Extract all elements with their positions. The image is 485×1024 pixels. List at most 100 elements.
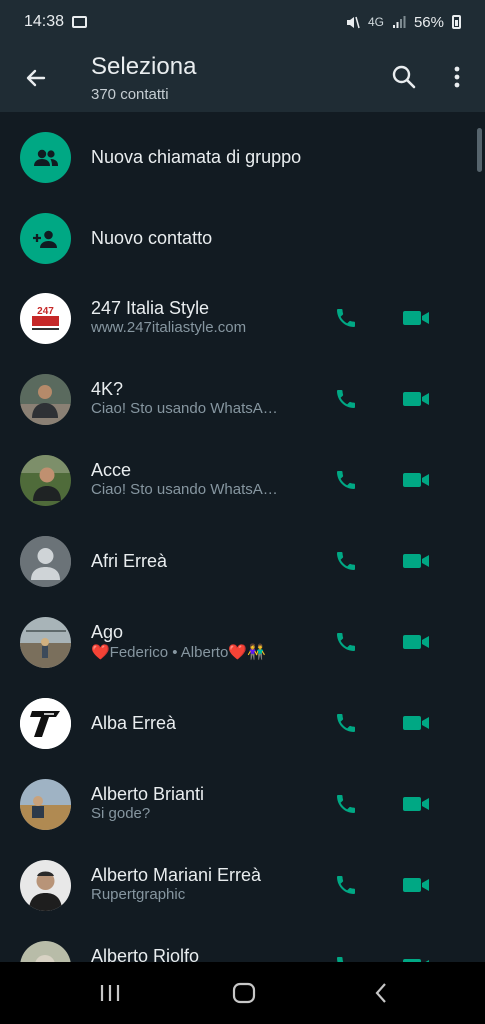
more-options-button[interactable] (444, 60, 470, 94)
phone-icon (337, 795, 355, 813)
phone-icon (337, 714, 355, 732)
battery-icon (452, 15, 461, 29)
system-nav-bar (0, 962, 485, 1024)
recent-apps-button[interactable] (95, 980, 125, 1006)
contact-name: Alberto Brianti (91, 784, 205, 804)
contact-row[interactable]: Alberto Brianti Si gode? (0, 764, 485, 844)
phone-icon (337, 633, 355, 651)
video-call-button[interactable] (400, 384, 432, 414)
contact-name: Alba Erreà (91, 713, 177, 733)
contact-count: 370 contatti (91, 86, 169, 103)
contact-name: 247 Italia Style (91, 298, 210, 318)
contact-row[interactable]: 247 247 Italia Style www.247italiastyle.… (0, 278, 485, 358)
person-photo (20, 455, 71, 506)
contact-status: Rupertgraphic (91, 886, 186, 903)
voice-call-button[interactable] (331, 708, 361, 738)
video-camera-icon (403, 716, 429, 730)
contact-status: Ciao! Sto usando WhatsA… (91, 400, 278, 417)
voice-call-button[interactable] (331, 789, 361, 819)
back-button[interactable] (18, 60, 54, 96)
contact-row[interactable]: Acce Ciao! Sto usando WhatsA… (0, 440, 485, 520)
add-contact-icon (32, 230, 57, 248)
status-icons: 4G 56% (345, 14, 461, 31)
video-camera-icon (403, 392, 429, 406)
contact-row[interactable]: 4K? Ciao! Sto usando WhatsA… (0, 359, 485, 439)
video-call-button[interactable] (400, 870, 432, 900)
new-contact-avatar (20, 213, 71, 264)
contact-avatar (20, 860, 71, 911)
contact-name: 4K? (91, 379, 124, 399)
contact-avatar (20, 779, 71, 830)
gallery-notification-icon (72, 16, 88, 28)
contact-row[interactable]: Alberto Riolfo (0, 926, 485, 962)
video-camera-icon (403, 473, 429, 487)
contact-name: Afri Erreà (91, 551, 168, 571)
video-call-button[interactable] (400, 627, 432, 657)
contact-row[interactable]: Alba Erreà (0, 683, 485, 763)
video-camera-icon (403, 311, 429, 325)
contact-status: www.247italiastyle.com (91, 319, 247, 336)
contact-avatar (20, 617, 71, 668)
contact-avatar: 247 (20, 293, 71, 344)
recent-apps-icon (100, 985, 120, 1001)
phone-icon (337, 957, 344, 962)
page-title: Seleziona (91, 53, 197, 80)
phone-icon (337, 309, 355, 327)
video-camera-icon (403, 635, 429, 649)
search-button[interactable] (387, 60, 421, 94)
video-camera-icon (403, 554, 429, 568)
chevron-left-icon (375, 983, 386, 1003)
voice-call-button[interactable] (331, 870, 361, 900)
video-camera-icon (403, 797, 429, 811)
group-call-avatar (20, 132, 71, 183)
contact-name: Ago (91, 622, 124, 642)
video-call-button[interactable] (400, 465, 432, 495)
person-photo (20, 617, 71, 668)
contact-name: Alberto Mariani Erreà (91, 865, 262, 885)
contact-name: Alberto Riolfo (91, 946, 200, 962)
voice-call-button[interactable] (331, 951, 361, 962)
phone-icon (337, 552, 355, 570)
new-group-call-row[interactable]: Nuova chiamata di gruppo (0, 117, 485, 197)
contact-row[interactable]: Alberto Mariani Erreà Rupertgraphic (0, 845, 485, 925)
brand-logo-avatar (20, 698, 71, 749)
row-label: Nuovo contatto (91, 228, 213, 248)
search-icon (392, 65, 416, 89)
contact-avatar (20, 374, 71, 425)
voice-call-button[interactable] (331, 546, 361, 576)
contact-list[interactable]: Nuova chiamata di gruppo Nuovo contatto … (0, 112, 485, 962)
contact-row[interactable]: Ago ❤️Federico • Alberto❤️👫 (0, 602, 485, 682)
more-vert-icon (454, 66, 460, 88)
default-avatar-icon (20, 536, 71, 587)
status-time: 14:38 (24, 13, 65, 30)
contact-avatar (20, 455, 71, 506)
contact-row[interactable]: Afri Erreà (0, 521, 485, 601)
video-call-button[interactable] (400, 708, 432, 738)
voice-call-button[interactable] (331, 303, 361, 333)
signal-icon (392, 16, 406, 28)
status-bar: 14:38 4G 56% (0, 0, 485, 44)
contact-avatar (20, 536, 71, 587)
phone-icon (337, 390, 355, 408)
arrow-left-icon (26, 69, 46, 87)
video-call-button[interactable] (400, 951, 432, 962)
home-button[interactable] (229, 980, 259, 1006)
person-photo (20, 779, 71, 830)
home-icon (232, 982, 256, 1004)
contact-status: Si gode? (91, 805, 151, 822)
mute-icon (346, 16, 360, 28)
voice-call-button[interactable] (331, 384, 361, 414)
voice-call-button[interactable] (331, 465, 361, 495)
new-contact-row[interactable]: Nuovo contatto (0, 198, 485, 278)
video-camera-icon (403, 878, 429, 892)
contact-avatar (20, 941, 71, 962)
person-photo (20, 860, 71, 911)
phone-icon (337, 876, 355, 894)
video-call-button[interactable] (400, 303, 432, 333)
video-call-button[interactable] (400, 789, 432, 819)
contact-status: Ciao! Sto usando WhatsA… (91, 481, 278, 498)
voice-call-button[interactable] (331, 627, 361, 657)
back-nav-button[interactable] (366, 980, 396, 1006)
phone-icon (337, 471, 355, 489)
video-call-button[interactable] (400, 546, 432, 576)
